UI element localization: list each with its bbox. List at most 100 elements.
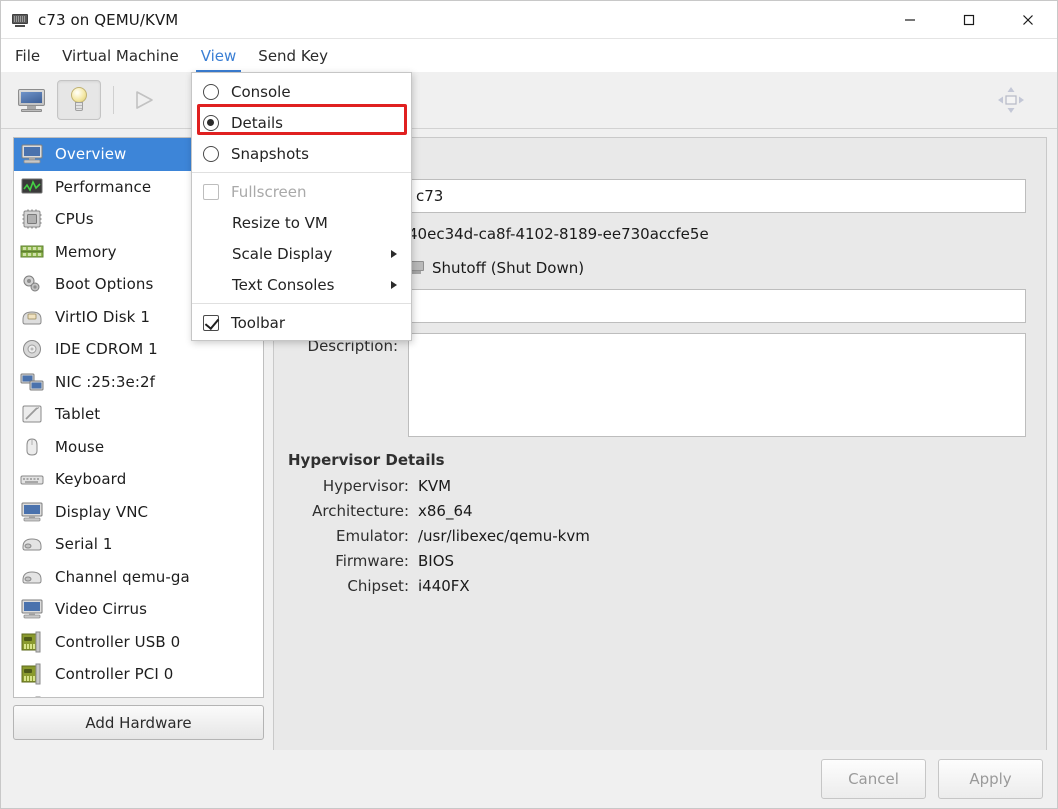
cancel-button[interactable]: Cancel xyxy=(821,759,926,799)
menu-item-label: Fullscreen xyxy=(231,182,307,201)
controller-card-icon xyxy=(19,663,45,685)
firmware-value: BIOS xyxy=(418,552,455,570)
sidebar-item-keyboard[interactable]: Keyboard xyxy=(14,463,263,496)
sidebar-item-label: Memory xyxy=(55,242,117,261)
sidebar-item-controller-usb-0[interactable]: Controller USB 0 xyxy=(14,626,263,659)
harddisk-icon xyxy=(19,306,45,328)
sidebar-item-label: IDE CDROM 1 xyxy=(55,340,158,359)
keyboard-icon xyxy=(19,468,45,490)
sidebar-item-serial-1[interactable]: Serial 1 xyxy=(14,528,263,561)
cpu-chip-icon xyxy=(19,208,45,230)
controller-card-icon xyxy=(19,696,45,698)
sidebar-item-label: Channel qemu-ga xyxy=(55,567,190,586)
menu-item-resize-to-vm[interactable]: Resize to VM xyxy=(192,207,411,238)
status-value-group: Shutoff (Shut Down) xyxy=(408,259,584,277)
controller-card-icon xyxy=(19,631,45,653)
graph-icon xyxy=(19,176,45,198)
menu-separator xyxy=(192,303,411,304)
show-console-button[interactable] xyxy=(9,80,53,120)
menu-item-label: Text Consoles xyxy=(232,275,335,294)
sidebar-item-video-cirrus[interactable]: Video Cirrus xyxy=(14,593,263,626)
toolbar xyxy=(1,72,1057,129)
menu-send-key[interactable]: Send Key xyxy=(247,39,339,72)
view-dropdown-menu: Console Details Snapshots Fullscreen Res… xyxy=(191,72,412,341)
sidebar-item-label: Tablet xyxy=(55,405,101,424)
menu-item-label: Details xyxy=(231,113,284,132)
chipset-value: i440FX xyxy=(418,577,470,595)
architecture-value: x86_64 xyxy=(418,502,473,520)
monitor-icon xyxy=(19,143,45,165)
lightbulb-icon xyxy=(68,87,90,113)
hypervisor-value: KVM xyxy=(418,477,452,495)
firmware-row: Firmware: BIOS xyxy=(288,552,1026,570)
uuid-value: 40ec34d-ca8f-4102-8189-ee730accfe5e xyxy=(408,225,709,243)
menu-item-fullscreen: Fullscreen xyxy=(192,176,411,207)
menu-item-label: Console xyxy=(231,82,291,101)
sidebar-item-mouse[interactable]: Mouse xyxy=(14,431,263,464)
apply-button[interactable]: Apply xyxy=(938,759,1043,799)
sidebar-item-display-vnc[interactable]: Display VNC xyxy=(14,496,263,529)
virt-manager-window: c73 on QEMU/KVM File Virtual Machine Vie… xyxy=(0,0,1058,809)
fullscreen-arrows-icon xyxy=(997,86,1025,114)
close-button[interactable] xyxy=(998,1,1057,39)
footer-bar: Cancel Apply xyxy=(1,750,1057,808)
menu-item-scale-display[interactable]: Scale Display xyxy=(192,238,411,269)
sidebar-item-controller-ide-0[interactable]: Controller IDE 0 xyxy=(14,691,263,699)
description-textarea[interactable] xyxy=(408,333,1026,437)
sidebar-item-label: Overview xyxy=(55,145,127,164)
sidebar-item-label: Performance xyxy=(55,177,152,196)
chevron-right-icon xyxy=(391,280,397,289)
menu-item-snapshots[interactable]: Snapshots xyxy=(192,138,411,169)
title-input[interactable] xyxy=(408,289,1026,323)
sidebar-item-controller-pci-0[interactable]: Controller PCI 0 xyxy=(14,658,263,691)
tablet-pen-icon xyxy=(19,403,45,425)
menu-virtual-machine[interactable]: Virtual Machine xyxy=(51,39,190,72)
menu-item-text-consoles[interactable]: Text Consoles xyxy=(192,269,411,300)
sidebar-item-label: NIC :25:3e:2f xyxy=(55,372,156,391)
sidebar-item-tablet[interactable]: Tablet xyxy=(14,398,263,431)
show-details-button[interactable] xyxy=(57,80,101,120)
menu-item-toolbar[interactable]: Toolbar xyxy=(192,307,411,338)
computer-icon xyxy=(12,13,29,27)
hypervisor-label: Hypervisor: xyxy=(322,477,409,495)
emulator-row: Emulator: /usr/libexec/qemu-kvm xyxy=(288,527,1026,545)
title-bar: c73 on QEMU/KVM xyxy=(1,1,1057,39)
emulator-value: /usr/libexec/qemu-kvm xyxy=(418,527,590,545)
architecture-row: Architecture: x86_64 xyxy=(288,502,1026,520)
menu-view[interactable]: View xyxy=(190,39,248,72)
name-input[interactable]: c73 xyxy=(408,179,1026,213)
sidebar-item-label: Mouse xyxy=(55,437,105,456)
sidebar-item-label: Boot Options xyxy=(55,275,154,294)
sidebar-item-channel-qemu-ga[interactable]: Channel qemu-ga xyxy=(14,561,263,594)
menu-item-label: Snapshots xyxy=(231,144,309,163)
menu-file[interactable]: File xyxy=(4,39,51,72)
window-title: c73 on QEMU/KVM xyxy=(38,10,179,29)
description-label: Description: xyxy=(307,337,398,355)
sidebar-item-label: Controller USB 0 xyxy=(55,632,181,651)
monitor-icon xyxy=(19,598,45,620)
sidebar-item-label: VirtIO Disk 1 xyxy=(55,307,150,326)
network-card-icon xyxy=(19,371,45,393)
run-vm-button[interactable] xyxy=(122,80,166,120)
minimize-button[interactable] xyxy=(880,1,939,39)
sidebar-item-label: Serial 1 xyxy=(55,535,113,554)
gears-icon xyxy=(19,273,45,295)
chipset-row: Chipset: i440FX xyxy=(288,577,1026,595)
fullscreen-button[interactable] xyxy=(989,80,1033,120)
content-area: Overview Performance CPUs Memory Boot Op… xyxy=(1,129,1057,750)
sidebar-item-label: Controller IDE 0 xyxy=(55,698,175,699)
sidebar-item-label: CPUs xyxy=(55,210,94,229)
status-value: Shutoff (Shut Down) xyxy=(432,259,585,277)
maximize-button[interactable] xyxy=(939,1,998,39)
add-hardware-button[interactable]: Add Hardware xyxy=(13,705,264,740)
menu-item-label: Scale Display xyxy=(232,244,333,263)
menu-item-console[interactable]: Console xyxy=(192,76,411,107)
cdrom-icon xyxy=(19,338,45,360)
sidebar-item-nic[interactable]: NIC :25:3e:2f xyxy=(14,366,263,399)
menu-item-details[interactable]: Details xyxy=(192,107,411,138)
toolbar-right xyxy=(989,80,1037,120)
radio-icon xyxy=(203,83,219,100)
menu-separator xyxy=(192,172,411,173)
monitor-icon xyxy=(19,501,45,523)
radio-selected-icon xyxy=(203,114,219,131)
